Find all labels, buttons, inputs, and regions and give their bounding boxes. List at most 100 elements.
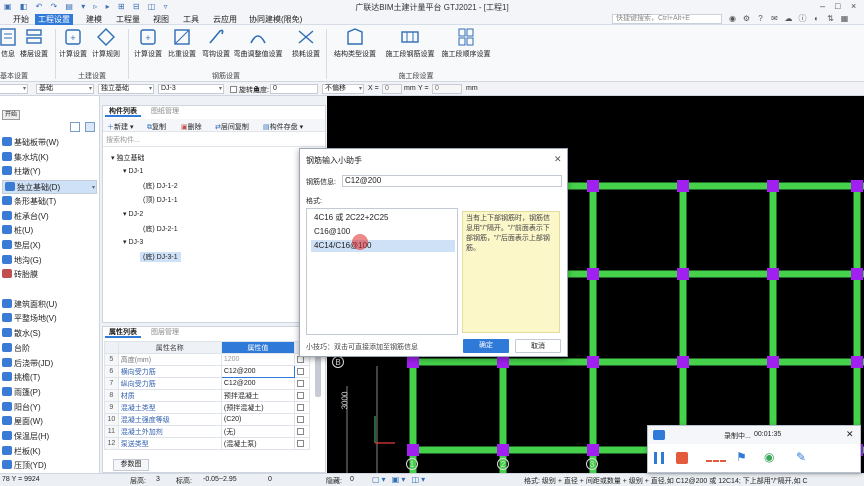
menu-collab[interactable]: 协同建模(限免) [246, 14, 305, 25]
copy-button[interactable]: ⧉复制 [147, 122, 166, 132]
foundation-node[interactable] [851, 356, 863, 368]
foundation-node[interactable] [851, 268, 863, 280]
property-row[interactable]: 8 材质 预拌混凝土 [104, 389, 311, 402]
foundation-node[interactable] [677, 268, 689, 280]
nav-item[interactable]: 阳台(Y) [2, 401, 41, 415]
nav-item[interactable]: 基础板带(W) [2, 136, 59, 150]
property-row[interactable]: 12 泵送类型 (混凝土泵) [104, 437, 311, 450]
foundation-node[interactable] [767, 268, 779, 280]
tree-node-dj3-1[interactable]: (底) DJ-3-1 [140, 252, 181, 262]
nav-item[interactable]: 栏板(K) [2, 445, 41, 459]
property-value[interactable]: (混凝土泵) [220, 437, 295, 450]
ribbon-floor-settings-button[interactable]: 楼层设置 [14, 27, 54, 59]
ribbon-loss-button[interactable]: 损耗设置 [286, 27, 326, 59]
nav-item[interactable]: 柱墩(Y) [2, 165, 41, 179]
menu-tools[interactable]: 工具 [180, 14, 202, 25]
tab-layer-management[interactable]: 图层管理 [147, 327, 183, 338]
user-icon[interactable]: ◉ [728, 14, 737, 23]
tree-node-dj1[interactable]: ▾ DJ-1 [123, 167, 143, 175]
nav-item[interactable]: 砖胎膜 [2, 268, 38, 282]
nav-item[interactable]: 集水坑(K) [2, 151, 49, 165]
list-view-icon[interactable] [70, 122, 80, 132]
snap-tools[interactable]: ▢▾ ▣▾ ◫▾ [372, 475, 427, 484]
new-button[interactable]: ＋新建 ▾ [107, 122, 133, 132]
question-icon[interactable]: ⓘ [798, 14, 807, 23]
ribbon-segment-rebar-button[interactable]: 施工段钢筋设置 [382, 27, 438, 59]
property-value[interactable]: (无) [220, 425, 295, 438]
tree-node-isolated-foundation[interactable]: ▾ 独立基础 [111, 153, 144, 163]
attach-checkbox[interactable] [293, 425, 311, 438]
menu-modeling[interactable]: 建模 [83, 14, 105, 25]
property-value[interactable]: (C20) [220, 413, 295, 426]
property-row[interactable]: 7 纵向受力筋 C12@200 [104, 377, 311, 390]
spotlight-tool-icon[interactable]: ◉ [764, 450, 774, 464]
foundation-node[interactable] [587, 180, 599, 192]
close-button[interactable]: × [851, 1, 856, 11]
ribbon-structure-type-button[interactable]: 结构类型设置 [332, 27, 378, 59]
nav-item[interactable]: 散水(S) [2, 327, 41, 341]
nav-item[interactable]: 建筑面积(U) [2, 298, 57, 312]
angle-input[interactable]: 0 [270, 84, 318, 94]
format-item[interactable]: C16@100 [311, 226, 455, 238]
nav-item[interactable]: 压顶(YD) [2, 459, 46, 473]
foundation-node[interactable] [851, 180, 863, 192]
foundation-node[interactable] [587, 444, 599, 456]
ok-button[interactable]: 确定 [463, 339, 509, 353]
foundation-node[interactable] [767, 180, 779, 192]
menu-project-settings[interactable]: 工程设置 [35, 14, 73, 25]
pointer-tool-icon[interactable]: ⚑ [736, 450, 747, 464]
foundation-node[interactable] [587, 356, 599, 368]
cancel-button[interactable]: 取消 [515, 339, 561, 353]
nav-item[interactable]: 垫层(X) [2, 239, 41, 253]
property-value[interactable]: C12@200 [220, 365, 295, 378]
y-input[interactable]: 0 [432, 84, 462, 94]
stop-icon[interactable] [676, 452, 688, 464]
tab-component-list[interactable]: 构件列表 [105, 106, 141, 117]
attach-checkbox[interactable] [293, 365, 311, 378]
skin-icon[interactable]: ◐ [812, 14, 821, 23]
menu-start[interactable]: 开始 [10, 14, 32, 25]
x-input[interactable]: 0 [382, 84, 402, 94]
pen-tool-icon[interactable]: ✎ [796, 450, 806, 464]
cloud-icon[interactable]: ☁ [784, 14, 793, 23]
nav-item[interactable]: 台阶 [2, 342, 30, 356]
foundation-node[interactable] [407, 444, 419, 456]
tree-node-dj1-2[interactable]: (底) DJ-1-2 [143, 181, 178, 191]
attach-checkbox[interactable] [293, 413, 311, 426]
attach-checkbox[interactable] [293, 401, 311, 414]
foundation-node[interactable] [677, 356, 689, 368]
type-select[interactable]: 独立基础 [98, 84, 154, 94]
minimize-button[interactable]: – [820, 1, 825, 11]
property-value[interactable]: (预拌混凝土) [220, 401, 295, 414]
floor-copy-button[interactable]: ⇄层间复制 [215, 122, 249, 132]
ribbon-toggle-icon[interactable]: ⇅ [826, 14, 835, 23]
nav-item[interactable]: 挑檐(T) [2, 371, 40, 385]
param-diagram-button[interactable]: 参数图 [113, 459, 149, 471]
shortcut-search-input[interactable]: 快捷键搜索，Ctrl+Alt+E [612, 14, 722, 24]
floor-select[interactable] [0, 84, 28, 94]
foundation-node[interactable] [497, 444, 509, 456]
foundation-node[interactable] [767, 356, 779, 368]
help-icon[interactable]: ? [756, 14, 765, 23]
format-item-selected[interactable]: 4C14/C16@100 [311, 240, 455, 252]
rebar-info-input[interactable]: C12@200 [342, 175, 562, 187]
tree-node-dj2[interactable]: ▾ DJ-2 [123, 210, 143, 218]
settings-icon[interactable]: ⚙ [742, 14, 751, 23]
property-value[interactable]: 预拌混凝土 [220, 389, 295, 402]
component-search-input[interactable]: 搜索构件... [103, 134, 325, 147]
nav-item[interactable]: 雨篷(P) [2, 386, 41, 400]
tree-node-dj3[interactable]: ▾ DJ-3 [123, 238, 143, 246]
format-item[interactable]: 4C16 或 2C22+2C25 [311, 212, 455, 224]
menu-cloud[interactable]: 云应用 [210, 14, 240, 25]
category-select[interactable]: 基础 [36, 84, 94, 94]
property-row[interactable]: 10 混凝土强度等级 (C20) [104, 413, 311, 426]
line-tool-icon[interactable] [706, 460, 726, 462]
nav-item[interactable]: 桩承台(V) [2, 210, 49, 224]
property-row[interactable]: 11 混凝土外加剂 (无) [104, 425, 311, 438]
foundation-node[interactable] [677, 180, 689, 192]
nav-item[interactable]: 独立基础(D) [2, 180, 97, 195]
layout-icon[interactable]: ▦ [840, 14, 849, 23]
menu-quantity[interactable]: 工程量 [113, 14, 143, 25]
component-select[interactable]: DJ-3 [158, 84, 224, 94]
nav-item[interactable]: 后浇带(JD) [2, 357, 53, 371]
